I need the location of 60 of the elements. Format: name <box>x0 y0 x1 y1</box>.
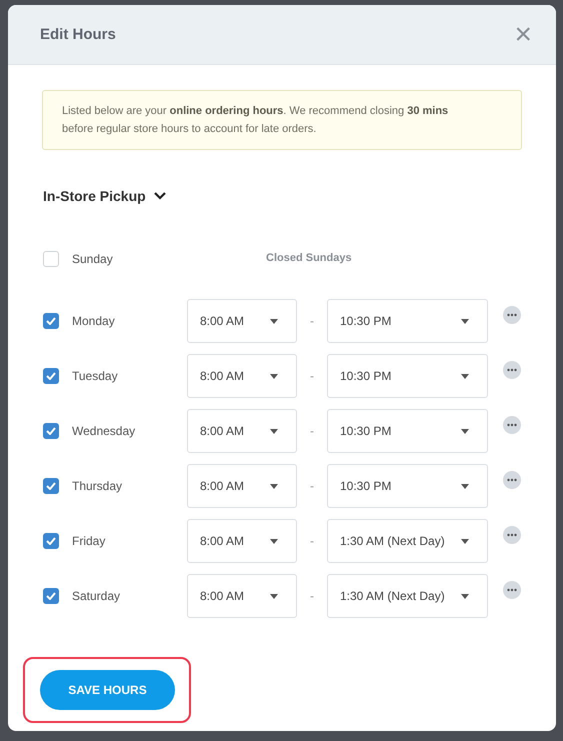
caret-icon <box>270 538 278 544</box>
open-time-select[interactable]: 8:00 AM <box>187 299 297 343</box>
open-time-select[interactable]: 8:00 AM <box>187 464 297 508</box>
check-icon <box>46 317 56 325</box>
range-separator: - <box>309 534 315 548</box>
info-notice: Listed below are your online ordering hours. We recommend closing 30 mins before regular store hours to account for late orders. <box>42 90 522 150</box>
caret-icon <box>461 318 469 324</box>
open-time-select[interactable]: 8:00 AM <box>187 409 297 453</box>
day-checkbox[interactable] <box>43 588 59 604</box>
caret-icon <box>461 484 469 488</box>
caret-icon <box>461 428 469 434</box>
day-checkbox[interactable] <box>43 423 59 439</box>
caret-icon <box>461 374 469 378</box>
caret-icon <box>461 594 469 598</box>
range-separator: - <box>309 314 315 328</box>
check-icon <box>46 482 56 490</box>
range-separator: - <box>309 424 315 438</box>
day-checkbox[interactable] <box>43 533 59 549</box>
more-options-icon[interactable] <box>503 471 521 489</box>
day-label: Wednesday <box>72 424 136 438</box>
close-time-select[interactable]: 1:30 AM (Next Day) <box>327 519 488 563</box>
more-options-icon[interactable] <box>503 416 521 434</box>
check-icon <box>46 372 56 380</box>
caret-icon <box>270 374 278 378</box>
close-time-select[interactable]: 1:30 AM (Next Day) <box>327 574 488 618</box>
close-time-select[interactable]: 10:30 PM <box>327 354 488 398</box>
more-options-icon[interactable] <box>503 361 521 379</box>
close-time-select[interactable]: 10:30 PM <box>327 409 488 453</box>
day-label: Monday <box>72 314 116 328</box>
open-time-select[interactable]: 8:00 AM <box>187 574 297 618</box>
day-checkbox[interactable] <box>43 478 59 494</box>
check-icon <box>46 592 56 600</box>
day-label: Thursday <box>72 479 124 493</box>
closed-note: Closed Sundays <box>266 252 352 264</box>
day-label: Sunday <box>72 252 114 266</box>
caret-icon <box>270 318 278 324</box>
more-options-icon[interactable] <box>503 306 521 324</box>
section-toggle[interactable]: In-Store Pickup <box>42 188 167 204</box>
open-time-select[interactable]: 8:00 AM <box>187 519 297 563</box>
caret-icon <box>461 538 469 544</box>
day-label: Tuesday <box>72 369 119 383</box>
open-time-select[interactable]: 8:00 AM <box>187 354 297 398</box>
range-separator: - <box>309 589 315 603</box>
close-time-select[interactable]: 10:30 PM <box>327 299 488 343</box>
check-icon <box>46 537 56 545</box>
check-icon <box>46 427 56 435</box>
chevron-icon <box>152 191 167 201</box>
more-options-icon[interactable] <box>503 581 521 599</box>
day-label: Friday <box>72 534 106 548</box>
caret-icon <box>270 594 278 598</box>
day-checkbox[interactable] <box>43 368 59 384</box>
caret-icon <box>270 484 278 488</box>
caret-icon <box>270 428 278 434</box>
range-separator: - <box>309 479 315 493</box>
close-time-select[interactable]: 10:30 PM <box>327 464 488 508</box>
range-separator: - <box>309 369 315 383</box>
day-checkbox[interactable] <box>43 313 59 329</box>
dialog-title: Edit Hours <box>40 26 116 43</box>
day-label: Saturday <box>72 589 122 603</box>
more-options-icon[interactable] <box>503 526 521 544</box>
